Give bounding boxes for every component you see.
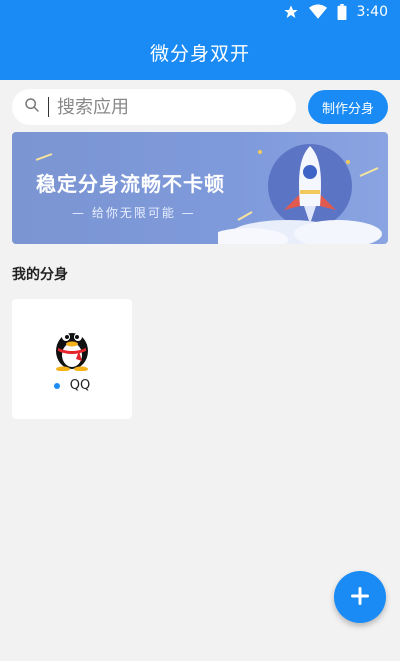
sparkle-decoration [36, 153, 53, 161]
search-row: 制作分身 [12, 88, 388, 126]
rocket-illustration [218, 144, 382, 244]
search-box[interactable] [12, 89, 296, 125]
clone-card-qq[interactable] [12, 299, 132, 419]
banner-subtitle: — 给你无限可能 — [72, 206, 196, 220]
promo-banner[interactable]: 稳定分身流畅不卡顿 — 给你无限可能 — [12, 132, 388, 244]
app-bar: 微分身双开 [0, 24, 400, 80]
clone-label-row: QQ [12, 378, 132, 393]
search-input[interactable] [57, 96, 277, 118]
star-icon [283, 4, 299, 20]
text-cursor [48, 97, 49, 117]
qq-penguin-icon [56, 333, 88, 371]
status-dot [53, 382, 60, 389]
plus-icon [348, 584, 372, 611]
search-icon [24, 97, 40, 117]
app-title: 微分身双开 [149, 42, 250, 65]
banner-title: 稳定分身流畅不卡顿 [36, 172, 225, 196]
add-clone-button[interactable] [334, 571, 386, 623]
clone-name: QQ [69, 378, 91, 393]
status-bar: 3:40 [0, 0, 400, 24]
battery-icon [337, 4, 347, 20]
section-title: 我的分身 [12, 267, 68, 283]
make-clone-button[interactable]: 制作分身 [308, 90, 388, 124]
status-time: 3:40 [356, 4, 388, 20]
wifi-icon [308, 4, 327, 20]
